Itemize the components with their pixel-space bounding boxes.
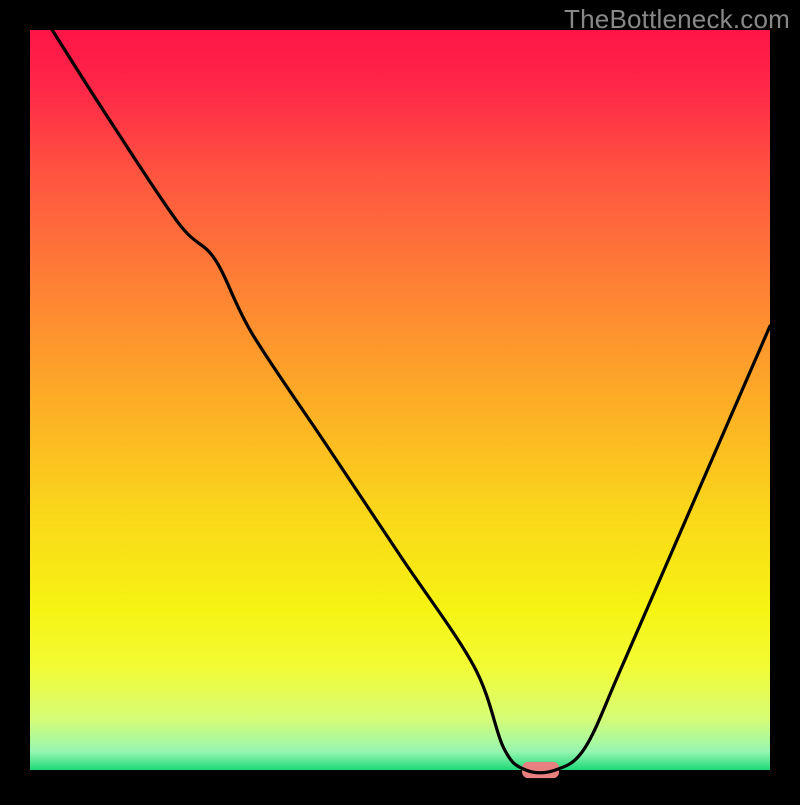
bottleneck-chart [0, 0, 800, 800]
chart-gradient-background [30, 30, 770, 770]
watermark-text: TheBottleneck.com [564, 4, 790, 35]
chart-container: TheBottleneck.com [0, 0, 800, 800]
